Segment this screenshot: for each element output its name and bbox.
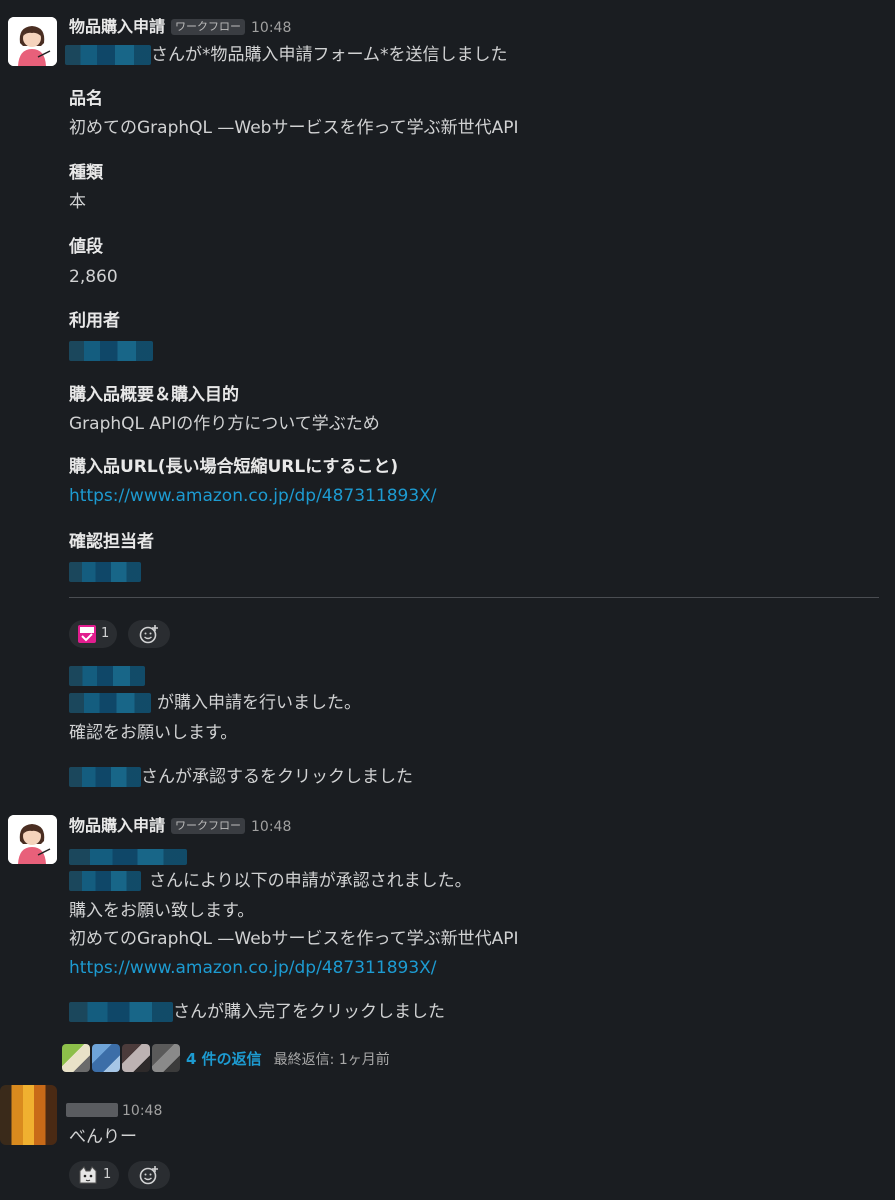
field-label-item-name: 品名 bbox=[69, 89, 103, 109]
request-line: 購入をお願い致します。 bbox=[69, 901, 255, 921]
add-emoji-icon bbox=[139, 1166, 158, 1185]
thread-summary: 4 件の返信 最終返信: 1ヶ月前 bbox=[186, 1049, 390, 1071]
field-label-user: 利用者 bbox=[69, 311, 120, 331]
redacted-mention-line bbox=[69, 665, 145, 689]
bot-avatar[interactable] bbox=[8, 815, 57, 864]
field-value-user bbox=[69, 340, 153, 364]
timestamp[interactable]: 10:48 bbox=[251, 20, 291, 36]
thread-participant-avatars bbox=[62, 1044, 180, 1072]
item-url-link[interactable]: https://www.amazon.co.jp/dp/487311893X/ bbox=[69, 957, 437, 981]
cat-emoji-icon bbox=[79, 1166, 97, 1184]
field-label-price: 値段 bbox=[69, 237, 103, 257]
intro-text: さんが*物品購入申請フォーム*を送信しました bbox=[151, 45, 508, 65]
bot-avatar[interactable] bbox=[8, 17, 57, 66]
field-label-type: 種類 bbox=[69, 163, 103, 183]
add-reaction-button[interactable] bbox=[128, 620, 170, 648]
timestamp[interactable]: 10:48 bbox=[251, 819, 291, 835]
field-label-url: 購入品URL(長い場合短縮URLにすること) bbox=[69, 457, 399, 477]
message-text: べんりー bbox=[69, 1127, 137, 1147]
woman-avatar-icon bbox=[8, 17, 57, 66]
notify-line-1: が購入申請を行いました。 bbox=[69, 692, 361, 716]
done-stamp-emoji-icon bbox=[78, 625, 96, 643]
last-reply-text: 最終返信: 1ヶ月前 bbox=[273, 1052, 390, 1068]
complete-click-text: さんが購入完了をクリックしました bbox=[173, 1002, 445, 1022]
field-value-item-name: 初めてのGraphQL —Webサービスを作って学ぶ新世代API bbox=[69, 118, 519, 138]
redacted-user-mention[interactable] bbox=[69, 562, 141, 582]
field-label-purpose: 購入品概要＆購入目的 bbox=[69, 385, 239, 405]
redacted-username[interactable] bbox=[66, 1103, 118, 1117]
divider bbox=[69, 597, 879, 598]
participant-avatar bbox=[122, 1044, 150, 1072]
user-avatar[interactable] bbox=[0, 1085, 57, 1145]
approve-click-text: さんが承認するをクリックしました bbox=[141, 767, 413, 787]
redacted-user-mention[interactable] bbox=[69, 666, 145, 686]
participant-avatar bbox=[92, 1044, 120, 1072]
redacted-user-mention[interactable] bbox=[69, 871, 141, 891]
redacted-mention-line bbox=[69, 846, 187, 870]
redacted-user-mention[interactable] bbox=[69, 767, 141, 787]
message-header: 物品購入申請 ワークフロー 10:48 bbox=[69, 815, 291, 839]
sender-name[interactable]: 物品購入申請 bbox=[69, 17, 165, 36]
item-name-line: 初めてのGraphQL —Webサービスを作って学ぶ新世代API bbox=[69, 929, 519, 949]
redacted-user-mention[interactable] bbox=[65, 45, 151, 65]
approved-text: さんにより以下の申請が承認されました。 bbox=[149, 871, 472, 891]
redacted-user-mention[interactable] bbox=[69, 341, 153, 361]
replies-link[interactable]: 4 件の返信 bbox=[186, 1050, 262, 1068]
field-value-url-link[interactable]: https://www.amazon.co.jp/dp/487311893X/ bbox=[69, 485, 437, 509]
reaction-chip[interactable]: 1 bbox=[69, 620, 118, 648]
add-reaction-button[interactable] bbox=[128, 1161, 170, 1189]
redacted-user-mention[interactable] bbox=[69, 849, 187, 865]
intro-line: さんが*物品購入申請フォーム*を送信しました bbox=[65, 44, 508, 68]
field-label-approver: 確認担当者 bbox=[69, 532, 154, 552]
field-value-price: 2,860 bbox=[69, 267, 118, 287]
field-value-approver bbox=[69, 561, 141, 585]
message-header: 物品購入申請 ワークフロー 10:48 bbox=[69, 16, 291, 40]
redacted-user-mention[interactable] bbox=[69, 1002, 173, 1022]
reaction-count: 1 bbox=[101, 625, 110, 641]
approve-click-line: さんが承認するをクリックしました bbox=[69, 766, 413, 790]
sender-name[interactable]: 物品購入申請 bbox=[69, 816, 165, 835]
notify-text-1: が購入申請を行いました。 bbox=[157, 693, 361, 713]
workflow-badge: ワークフロー bbox=[171, 19, 246, 35]
reaction-chip[interactable]: 1 bbox=[69, 1161, 120, 1189]
notify-line-2: 確認をお願いします。 bbox=[69, 723, 238, 743]
participant-avatar bbox=[62, 1044, 90, 1072]
reaction-count: 1 bbox=[103, 1166, 112, 1182]
timestamp[interactable]: 10:48 bbox=[122, 1103, 162, 1119]
participant-avatar bbox=[152, 1044, 180, 1072]
approved-line: さんにより以下の申請が承認されました。 bbox=[69, 870, 472, 894]
complete-click-line: さんが購入完了をクリックしました bbox=[69, 1001, 445, 1025]
workflow-badge: ワークフロー bbox=[171, 818, 246, 834]
redacted-user-mention[interactable] bbox=[69, 693, 151, 713]
message-header: 10:48 bbox=[66, 1099, 162, 1123]
add-emoji-icon bbox=[139, 625, 158, 644]
field-value-type: 本 bbox=[69, 192, 86, 212]
field-value-purpose: GraphQL APIの作り方について学ぶため bbox=[69, 414, 380, 434]
woman-avatar-icon bbox=[8, 815, 57, 864]
